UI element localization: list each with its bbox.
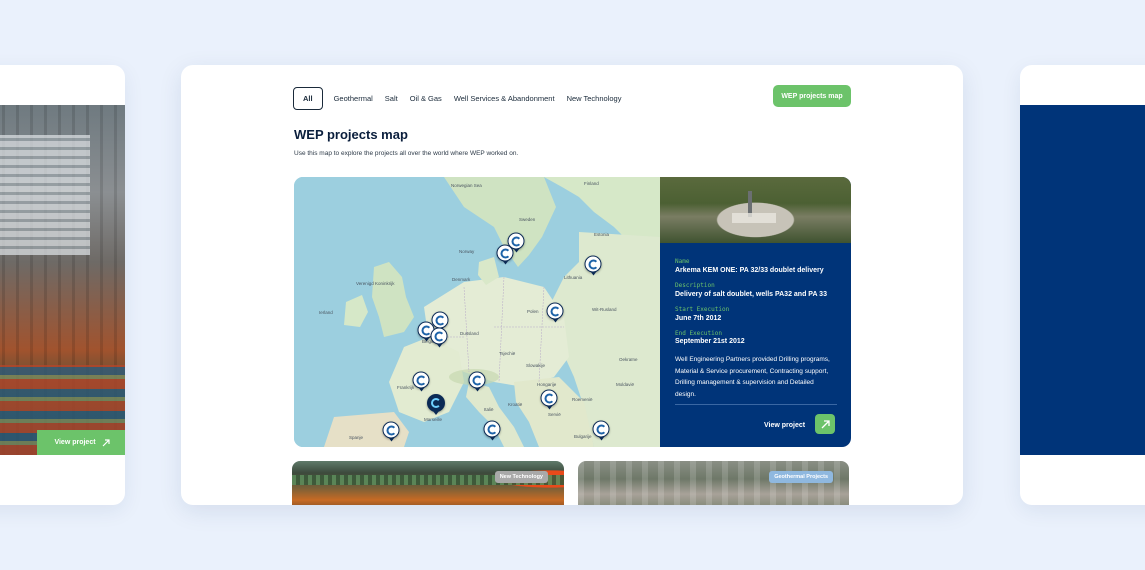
start-label: Start Execution [675, 306, 730, 313]
filter-new-technology[interactable]: New Technology [566, 94, 623, 103]
project-pin[interactable] [431, 311, 449, 329]
page-subtitle: Use this map to explore the projects all… [294, 150, 519, 157]
arrow-up-right-icon [102, 438, 110, 446]
projects-map-card: All Geothermal Salt Oil & Gas Well Servi… [181, 65, 963, 505]
start-date: June 7th 2012 [675, 315, 722, 322]
view-project-button[interactable] [815, 414, 835, 434]
project-panel [1020, 105, 1145, 455]
map-label: Moldavië [616, 382, 635, 387]
project-pin[interactable] [540, 389, 558, 407]
projects-map-button[interactable]: WEP projects map [773, 85, 851, 107]
page-title: WEP projects map [294, 127, 408, 142]
project-details-panel: Name Arkema KEM ONE: PA 32/33 doublet de… [660, 177, 851, 447]
divider [675, 404, 837, 405]
map-label: Hongarije [537, 382, 557, 387]
selected-project-pin[interactable] [427, 394, 445, 412]
project-card-new-technology[interactable]: New Technology [292, 461, 564, 505]
map-label: Norwegian Sea [451, 183, 482, 188]
project-pin[interactable] [483, 420, 501, 438]
name-label: Name [675, 258, 690, 265]
view-project-link[interactable]: View project [764, 422, 805, 429]
map-label: Duitsland [460, 331, 479, 336]
project-pin[interactable] [584, 255, 602, 273]
view-project-button[interactable]: View project [37, 430, 125, 455]
project-pin[interactable] [412, 371, 430, 389]
map-label: Finland [584, 181, 599, 186]
map-land-shapes [294, 177, 660, 447]
map-label: Lithuania [564, 275, 583, 280]
filter-all[interactable]: All [293, 87, 323, 110]
map-label: Spanje [349, 435, 364, 440]
category-badge: Geothermal Projects [769, 471, 833, 483]
map-label: Wit-Rusland [592, 307, 617, 312]
map-label: Polen [527, 309, 539, 314]
end-date: September 21st 2012 [675, 338, 745, 345]
map-label: Denmark [452, 277, 471, 282]
map-label: Frankrijk [397, 385, 415, 390]
project-photo [0, 105, 125, 455]
filter-oil-gas[interactable]: Oil & Gas [409, 94, 443, 103]
project-photo [660, 177, 851, 243]
project-pin[interactable] [592, 420, 610, 438]
map-label: Tsjechië [499, 351, 516, 356]
next-project-card[interactable] [1020, 65, 1145, 505]
map-label: Kroatië [508, 402, 523, 407]
project-description: Delivery of salt doublet, wells PA32 and… [675, 291, 827, 298]
map-label: Roemenië [572, 397, 593, 402]
project-pin[interactable] [382, 421, 400, 439]
map-label: Slowakije [526, 363, 546, 368]
description-label: Description [675, 282, 715, 289]
project-pin[interactable] [496, 244, 514, 262]
filter-salt[interactable]: Salt [384, 94, 399, 103]
arrow-up-right-icon [821, 419, 830, 428]
map-label: Italië [484, 407, 494, 412]
map-label: Ierland [319, 310, 333, 315]
map-label: Servië [548, 412, 561, 417]
map-label: Verenigd Koninkrijk [356, 281, 395, 286]
project-summary: Well Engineering Partners provided Drill… [675, 356, 830, 398]
project-pin[interactable] [468, 371, 486, 389]
projects-map[interactable]: Norwegian Sea Finland Sweden Norway Esto… [294, 177, 660, 447]
map-label: Oekraïne [619, 357, 638, 362]
project-name: Arkema KEM ONE: PA 32/33 doublet deliver… [675, 267, 824, 274]
map-label: Norway [459, 249, 475, 254]
category-badge: New Technology [494, 471, 548, 483]
project-card-geothermal[interactable]: Geothermal Projects [578, 461, 849, 505]
view-project-label: View project [54, 439, 96, 446]
map-label: Estonia [594, 232, 610, 237]
map-label: Marseille [424, 417, 443, 422]
map-label: Sweden [519, 217, 536, 222]
filter-geothermal[interactable]: Geothermal [333, 94, 374, 103]
project-pin[interactable] [430, 327, 448, 345]
previous-project-card[interactable]: View project [0, 65, 125, 505]
category-filters: All Geothermal Salt Oil & Gas Well Servi… [293, 87, 622, 110]
end-label: End Execution [675, 330, 722, 337]
map-label: Bulgarije [574, 434, 592, 439]
filter-well-services[interactable]: Well Services & Abandonment [453, 94, 556, 103]
project-pin[interactable] [546, 302, 564, 320]
